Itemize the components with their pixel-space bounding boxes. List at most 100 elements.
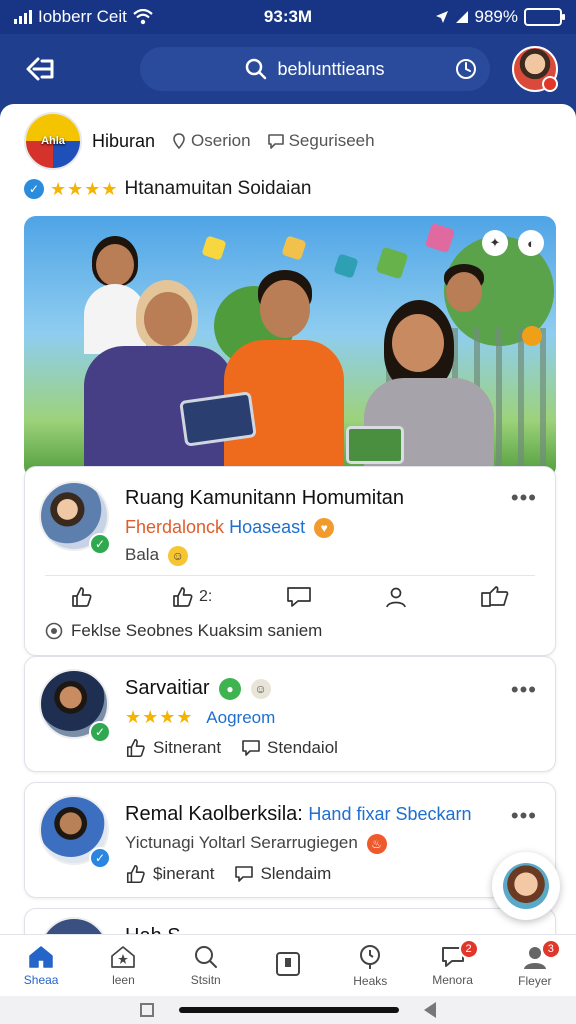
heart-emoji-icon: ♥ xyxy=(314,518,335,539)
verified-badge-icon: ✓ xyxy=(89,847,111,869)
group-name[interactable]: Hiburan xyxy=(92,131,155,152)
nav-heaks[interactable]: Heaks xyxy=(329,935,411,996)
fire-emoji-icon: ♨ xyxy=(366,833,387,854)
search-text: beblunttieans xyxy=(277,58,385,79)
status-bar: Iobberr Ceit 93:3M 989% xyxy=(0,0,576,34)
timer-icon[interactable] xyxy=(454,57,478,81)
post-avatar[interactable] xyxy=(39,917,109,934)
comment-icon xyxy=(235,866,254,882)
post-title[interactable]: Remal Kaolberksila: Hand fixar Sbeckarn xyxy=(125,803,472,826)
nav-square[interactable] xyxy=(247,935,329,996)
post-title[interactable]: Sarvaitiar ● ☺ xyxy=(125,677,271,700)
status-right: 989% xyxy=(362,7,565,27)
chip-oserion-label: Oserion xyxy=(191,131,251,150)
hero-action-right[interactable]: ◐ xyxy=(518,230,544,256)
chip-seguriseeh[interactable]: Seguriseeh xyxy=(267,131,375,151)
post-card-2[interactable]: ✓ Sarvaitiar ● ☺ ••• ★★★★ Aogreom Sitner… xyxy=(24,656,556,772)
rating-text: Aogreom xyxy=(206,708,276,727)
comment-button[interactable]: Slendaim xyxy=(234,863,331,885)
like-button[interactable]: $inerant xyxy=(125,863,214,885)
post-subtitle-text: Yictunagi Yoltarl Serarrugiegen xyxy=(125,833,358,852)
signal-icon xyxy=(14,10,32,24)
carrier-label: Iobberr Ceit xyxy=(38,7,127,26)
hero-image[interactable]: ✦ ◐ xyxy=(24,216,556,478)
post-card-4[interactable]: Hah S xyxy=(24,908,556,934)
post-subtitle-orange: Fherdalonck xyxy=(125,517,225,537)
signal-strength-icon xyxy=(455,11,468,23)
thumbs-up-icon xyxy=(126,738,145,758)
comment-button[interactable] xyxy=(286,585,312,609)
post-title[interactable]: Ruang Kamunitann Homumitan xyxy=(125,487,404,510)
recents-button[interactable] xyxy=(140,1003,154,1017)
assistant-avatar-icon xyxy=(503,863,549,909)
search-icon xyxy=(194,945,217,968)
nav-home[interactable]: Sheaa xyxy=(0,935,82,996)
divider xyxy=(45,575,535,576)
nav-profile[interactable]: 3 Fleyer xyxy=(494,935,576,996)
post-rating: ★★★★ Aogreom xyxy=(125,707,275,728)
notification-badge: 2 xyxy=(458,939,479,959)
group-logo-text: Ahla xyxy=(41,135,65,147)
like-label: $inerant xyxy=(153,864,215,883)
star-rating-icon: ★★★★ xyxy=(50,178,119,199)
share-button[interactable] xyxy=(480,585,510,609)
back-arrow-icon xyxy=(26,57,54,81)
assistant-fab[interactable] xyxy=(492,852,560,920)
chip-seguriseeh-label: Seguriseeh xyxy=(288,131,375,150)
post-card-1[interactable]: ✓ Ruang Kamunitann Homumitan ••• Fherdal… xyxy=(24,466,556,656)
like-button[interactable] xyxy=(70,585,98,609)
hero-action-left[interactable]: ✦ xyxy=(482,230,508,256)
comment-label: Stendaiol xyxy=(267,738,338,757)
post-actions: $inerant Slendaim xyxy=(125,863,331,885)
floating-toy xyxy=(424,222,456,254)
post-title-text: Sarvaitiar xyxy=(125,677,210,699)
clock-icon xyxy=(45,622,63,640)
clock: 93:3M xyxy=(263,7,313,26)
home-gesture-bar[interactable] xyxy=(179,1007,399,1013)
nav-menora[interactable]: 2 Menora xyxy=(411,935,493,996)
nav-heaks-label: Heaks xyxy=(353,973,388,988)
like-label: Sitnerant xyxy=(153,738,222,757)
more-options-button[interactable]: ••• xyxy=(511,485,537,511)
more-options-button[interactable]: ••• xyxy=(511,677,537,703)
react-button[interactable]: 2: xyxy=(171,585,212,609)
post-card-3[interactable]: ✓ Remal Kaolberksila: Hand fixar Sbeckar… xyxy=(24,782,556,898)
nav-search-label: Stsitn xyxy=(190,972,221,987)
clock-pin-icon xyxy=(360,944,381,969)
post-title[interactable]: Hah S xyxy=(125,925,181,934)
nav-leen-label: leen xyxy=(112,972,135,987)
nav-leen[interactable]: leen xyxy=(82,935,164,996)
user-avatar[interactable] xyxy=(512,46,558,92)
post-title-text: Remal Kaolberksila: xyxy=(125,803,303,825)
chip-oserion[interactable]: Oserion xyxy=(171,131,251,151)
back-button[interactable] xyxy=(18,47,62,91)
share-icon xyxy=(481,586,509,607)
post-subtitle-blue: Hoaseast xyxy=(229,517,306,537)
group-logo[interactable]: Ahla xyxy=(24,112,82,170)
like-button[interactable]: Sitnerant xyxy=(125,737,221,759)
status-left: Iobberr Ceit xyxy=(14,7,214,27)
post-footer-text: Feklse Seobnes Kuaksim saniem xyxy=(71,621,323,640)
top-app-bar: beblunttieans xyxy=(0,34,576,104)
nav-home-label: Sheaa xyxy=(23,972,59,987)
notification-dot xyxy=(542,76,558,92)
group-rating: ✓ ★★★★ Htanamuitan Soidaian xyxy=(24,178,312,200)
face-emoji-icon: ☺ xyxy=(250,678,271,699)
react-count: 2: xyxy=(198,588,213,605)
nav-search[interactable]: Stsitn xyxy=(165,935,247,996)
pin-icon xyxy=(173,133,185,149)
search-bar[interactable]: beblunttieans xyxy=(140,47,490,91)
profile-button[interactable] xyxy=(385,586,407,608)
comment-label: Slendaim xyxy=(260,864,332,883)
rating-label: Htanamuitan Soidaian xyxy=(124,178,312,199)
tablet-device xyxy=(346,426,404,464)
notification-badge: 3 xyxy=(540,939,561,959)
verified-badge-icon: ✓ xyxy=(89,721,111,743)
post-subtitle: Fherdalonck Hoaseast ♥ xyxy=(125,517,335,539)
nav-menora-label: Menora xyxy=(432,972,473,987)
post-actions: 2: xyxy=(25,585,555,609)
floating-toy xyxy=(201,235,227,261)
more-options-button[interactable]: ••• xyxy=(511,803,537,829)
system-back-button[interactable] xyxy=(424,1002,436,1018)
comment-button[interactable]: Stendaiol xyxy=(241,737,338,759)
